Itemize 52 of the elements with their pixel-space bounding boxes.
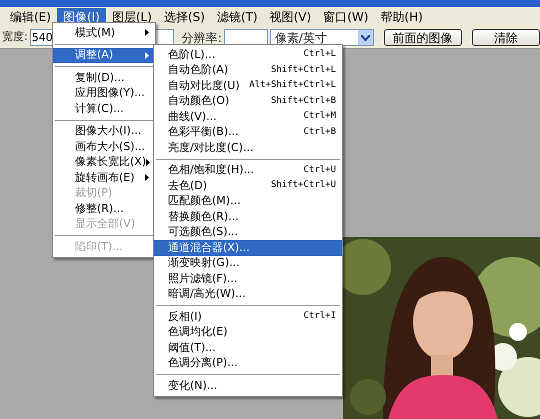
shortcut-text: Ctrl+L — [303, 48, 336, 61]
menu-item[interactable]: 色彩平衡(B)... Ctrl+B — [154, 124, 342, 140]
unit-dropdown[interactable]: 像素/英寸 — [270, 29, 374, 46]
menu-item[interactable]: 色阶(L)... Ctrl+L — [154, 47, 342, 62]
menu-item[interactable]: 匹配颜色(M)... — [154, 194, 342, 209]
menu-item[interactable]: 旋转画布(E) — [53, 170, 155, 186]
menu-item[interactable]: 替换颜色(R)... — [154, 209, 342, 224]
menu-item[interactable]: 可选颜色(S)... — [154, 224, 342, 240]
menu-bar-item[interactable]: 窗口(W) — [317, 8, 374, 26]
menu-bar-item[interactable]: 帮助(H) — [374, 8, 429, 26]
front-image-button[interactable]: 前面的图像 — [384, 29, 462, 46]
shortcut-text: Shift+Ctrl+U — [270, 179, 336, 192]
menu-item[interactable]: 色调分离(P)... — [154, 356, 342, 371]
shortcut-text: Ctrl+B — [303, 126, 336, 138]
menu-item[interactable]: 自动颜色(O) Shift+Ctrl+B — [154, 94, 342, 109]
menu-item[interactable]: 调整(A) — [53, 48, 155, 63]
menu-item[interactable]: 模式(M) — [53, 25, 155, 40]
menu-item[interactable]: 自动对比度(U) Alt+Shift+Ctrl+L — [154, 78, 342, 94]
shortcut-text: Shift+Ctrl+B — [270, 94, 336, 108]
menu-item[interactable]: 计算(C)... — [53, 101, 155, 116]
menu-item[interactable]: 反相(I) Ctrl+I — [154, 309, 342, 324]
shortcut-text: Alt+Shift+Ctrl+L — [249, 79, 336, 92]
menu-item[interactable]: 画布大小(S)... — [53, 139, 155, 154]
menu-item[interactable]: 修整(R)... — [53, 201, 155, 216]
shortcut-text: Ctrl+M — [303, 110, 336, 123]
shortcut-text: Ctrl+U — [303, 164, 336, 176]
menu-item[interactable]: 色调均化(E) — [154, 324, 342, 340]
menu-item[interactable]: 阈值(T)... — [154, 340, 342, 356]
menu-item[interactable]: 像素长宽比(X) — [53, 154, 155, 170]
menu-item[interactable]: 亮度/对比度(C)... — [154, 140, 342, 156]
menu-item[interactable]: 通道混合器(X)... — [154, 240, 342, 256]
menu-item[interactable]: 应用图像(Y)... — [53, 86, 155, 101]
clear-button[interactable]: 清除 — [472, 29, 540, 46]
menu-bar-item[interactable]: 选择(S) — [158, 8, 211, 26]
width-label: 宽度: — [2, 29, 28, 46]
menu-bar-item[interactable]: 滤镜(T) — [210, 8, 264, 26]
menu-item[interactable]: 自动色阶(A) Shift+Ctrl+L — [154, 62, 342, 78]
shortcut-text: Ctrl+I — [303, 310, 336, 323]
menu-item[interactable]: 曲线(V)... Ctrl+M — [154, 109, 342, 124]
menu-item[interactable]: 去色(D) Shift+Ctrl+U — [154, 178, 342, 194]
menu-bar-item[interactable]: 图层(L) — [106, 8, 158, 26]
menu-item[interactable]: 照片滤镜(F)... — [154, 271, 342, 286]
menu-item[interactable]: 色相/饱和度(H)... Ctrl+U — [154, 162, 342, 178]
resolution-label: 分辨率: — [182, 30, 222, 46]
shortcut-text: Shift+Ctrl+L — [270, 64, 336, 76]
menu-item[interactable]: 渐变映射(G)... — [154, 256, 342, 271]
menu-item[interactable]: 图像大小(I)... — [53, 124, 155, 139]
menu-item[interactable]: 变化(N)... — [154, 378, 342, 394]
menu-item[interactable]: 复制(D)... — [53, 70, 155, 86]
menu-bar-item[interactable]: 视图(V) — [264, 8, 318, 26]
menu-bar-item[interactable]: 编辑(E) — [4, 8, 57, 26]
menu-item[interactable]: 暗调/高光(W)... — [154, 286, 342, 302]
